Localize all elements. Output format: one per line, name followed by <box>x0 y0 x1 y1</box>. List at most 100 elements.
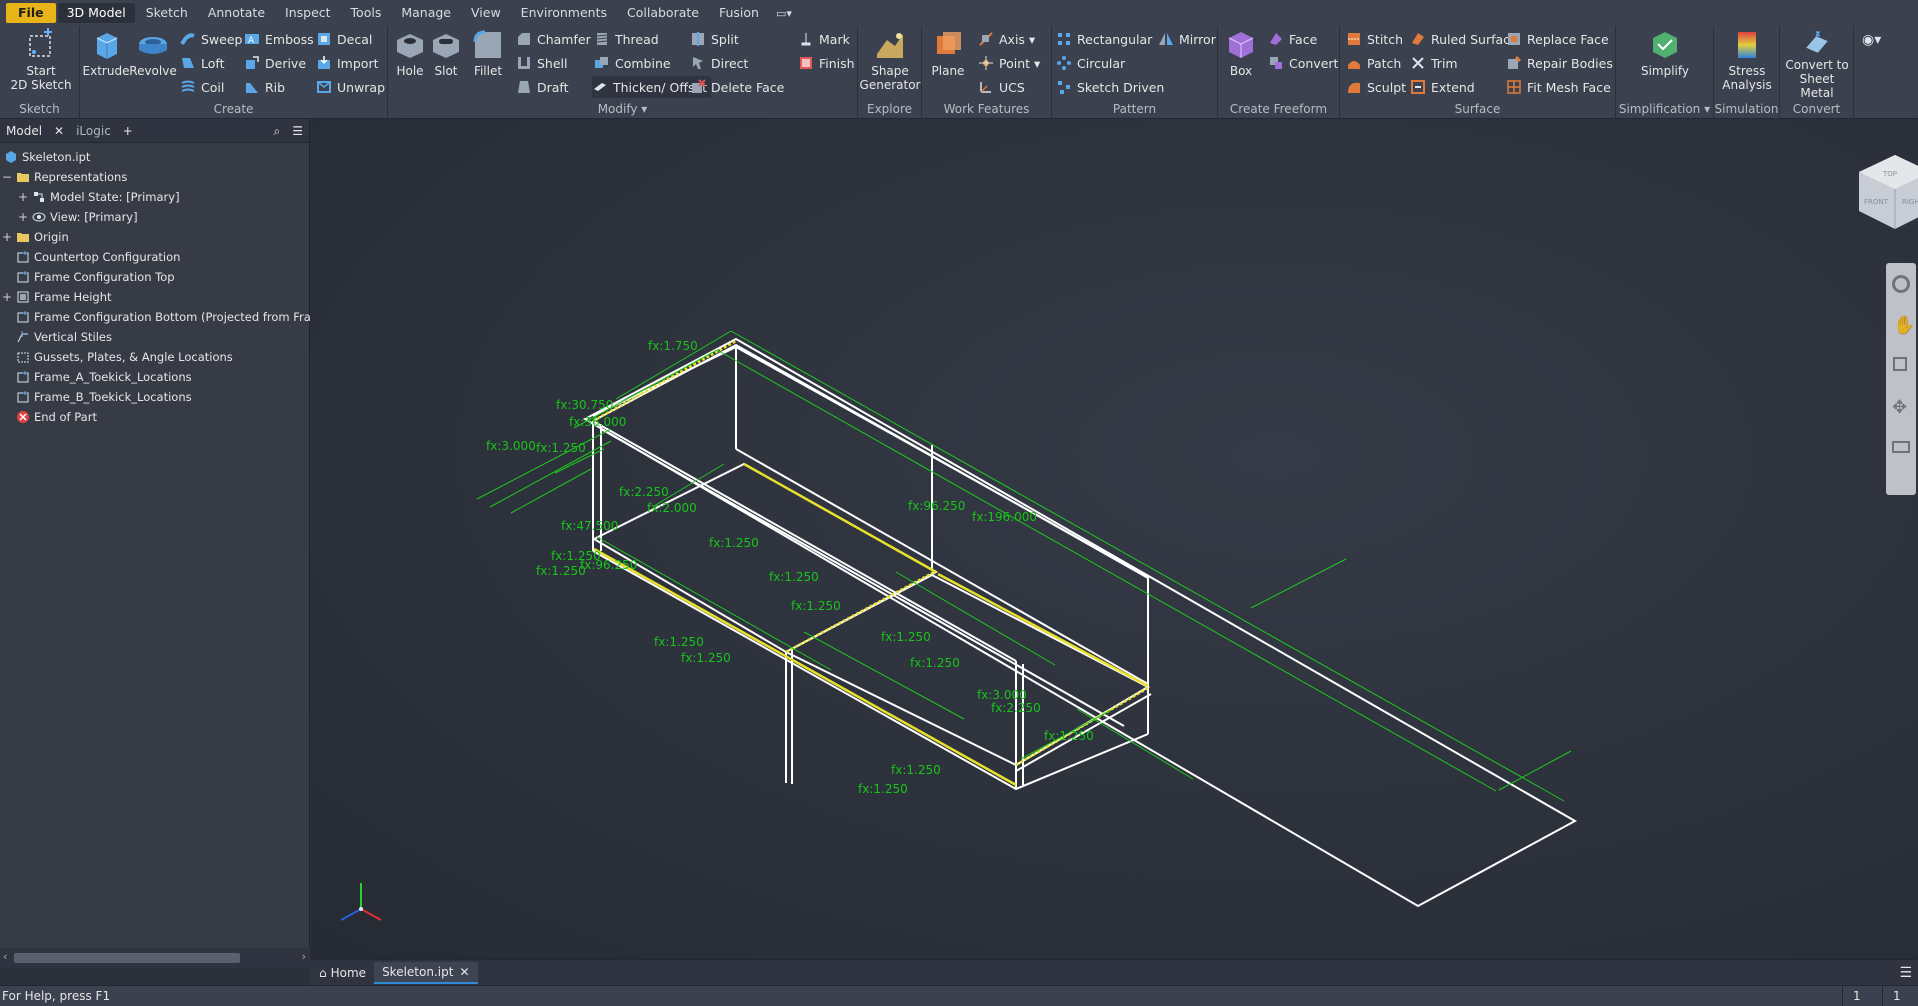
trim-button[interactable]: Trim <box>1410 52 1458 74</box>
fillet-button[interactable]: Fillet <box>468 28 508 100</box>
freeform-box-button[interactable]: Box <box>1222 28 1260 100</box>
tab-annotate[interactable]: Annotate <box>199 3 274 23</box>
plane-button[interactable]: Plane <box>926 28 970 100</box>
patch-button[interactable]: Patch <box>1346 52 1401 74</box>
pan-icon[interactable]: ✋ <box>1893 315 1915 336</box>
stitch-button[interactable]: Stitch <box>1346 28 1403 50</box>
finish-button[interactable]: Finish <box>798 52 855 74</box>
tree-item-frame-configuration-top[interactable]: Frame Configuration Top <box>0 267 310 287</box>
sketch-driven-pattern-button[interactable]: Sketch Driven <box>1056 76 1164 98</box>
ribbon-display-options-icon[interactable]: ▭▾ <box>776 7 792 20</box>
chamfer-button[interactable]: Chamfer <box>516 28 591 50</box>
tree-item-view[interactable]: + View: [Primary] <box>0 207 310 227</box>
tree-item-model-state[interactable]: + Model State: [Primary] <box>0 187 310 207</box>
import-button[interactable]: Import <box>316 52 379 74</box>
dim-label[interactable]: fx:1.250 <box>910 656 960 670</box>
scroll-thumb[interactable] <box>14 953 240 963</box>
tab-inspect[interactable]: Inspect <box>276 3 340 23</box>
delete-face-button[interactable]: Delete Face <box>690 76 784 98</box>
mark-button[interactable]: Mark <box>798 28 850 50</box>
tree-item-vertical-stiles[interactable]: Vertical Stiles <box>0 327 310 347</box>
freeform-face-button[interactable]: Face <box>1268 28 1317 50</box>
tree-item-frame-configuration-bottom[interactable]: Frame Configuration Bottom (Projected fr… <box>0 307 310 327</box>
panel-label-modify[interactable]: Modify ▾ <box>388 101 857 117</box>
dim-label[interactable]: fx:1.250 <box>881 630 931 644</box>
tab-ilogic[interactable]: iLogic <box>70 119 117 143</box>
dim-label[interactable]: fx:1.250 <box>791 599 841 613</box>
loft-button[interactable]: Loft <box>180 52 224 74</box>
start-2d-sketch-button[interactable]: Start 2D Sketch <box>8 28 74 100</box>
tab-view[interactable]: View <box>462 3 510 23</box>
dim-label[interactable]: fx:2.000 <box>647 501 697 515</box>
home-tab[interactable]: ⌂ Home <box>311 962 374 984</box>
tab-model[interactable]: Model <box>0 119 48 143</box>
dim-label[interactable]: fx:1.250 <box>536 564 586 578</box>
tree-item-gussets[interactable]: Gussets, Plates, & Angle Locations <box>0 347 310 367</box>
freeform-convert-button[interactable]: Convert <box>1268 52 1338 74</box>
orbit-icon[interactable]: ✥ <box>1892 397 1907 418</box>
expand-icon[interactable]: + <box>2 291 12 303</box>
add-tab-icon[interactable]: + <box>117 119 139 143</box>
slot-button[interactable]: Slot <box>428 28 464 100</box>
expand-icon[interactable]: + <box>18 191 28 203</box>
repair-bodies-button[interactable]: Repair Bodies <box>1506 52 1613 74</box>
dim-label[interactable]: fx:1.250 <box>891 763 941 777</box>
ribbon-options-icon[interactable]: ◉▾ <box>1862 32 1881 48</box>
tab-collaborate[interactable]: Collaborate <box>618 3 708 23</box>
dim-label[interactable]: fx:1.250 <box>858 782 908 796</box>
sculpt-button[interactable]: Sculpt <box>1346 76 1406 98</box>
combine-button[interactable]: Combine <box>594 52 671 74</box>
extend-button[interactable]: Extend <box>1410 76 1475 98</box>
skeleton-document-tab[interactable]: Skeleton.ipt ✕ <box>374 961 478 984</box>
thread-button[interactable]: Thread <box>594 28 659 50</box>
tree-item-representations[interactable]: − Representations <box>0 167 310 187</box>
dim-label[interactable]: fx:36.000 <box>569 415 626 429</box>
draft-button[interactable]: Draft <box>516 76 569 98</box>
tree-item-origin[interactable]: + Origin <box>0 227 310 247</box>
scroll-left-icon[interactable]: ‹ <box>3 950 7 963</box>
dim-label[interactable]: fx:2.250 <box>619 485 669 499</box>
dim-label[interactable]: fx:2.250 <box>991 701 1041 715</box>
emboss-button[interactable]: A Emboss <box>244 28 314 50</box>
unwrap-button[interactable]: Unwrap <box>316 76 385 98</box>
tab-file[interactable]: File <box>6 3 56 23</box>
document-menu-icon[interactable]: ☰ <box>1899 965 1912 981</box>
circular-pattern-button[interactable]: Circular <box>1056 52 1125 74</box>
tree-item-countertop-configuration[interactable]: Countertop Configuration <box>0 247 310 267</box>
dim-label[interactable]: fx:1.250 <box>1044 729 1094 743</box>
extrude-button[interactable]: Extrude <box>83 28 129 100</box>
viewcube[interactable]: TOP FRONT RIGHT <box>1859 155 1918 229</box>
dim-label[interactable]: fx:1.250 <box>681 651 731 665</box>
tree-item-frame-height[interactable]: + Frame Height <box>0 287 310 307</box>
expand-icon[interactable]: + <box>18 211 28 223</box>
dim-label[interactable]: fx:1.250 <box>654 635 704 649</box>
model-canvas[interactable]: fx:1.750 fx:30.750 fx:36.000 fx:3.000 fx… <box>311 119 1918 959</box>
collapse-icon[interactable]: − <box>2 171 12 183</box>
panel-label-simplification[interactable]: Simplification ▾ <box>1616 101 1713 117</box>
close-tab-icon[interactable]: ✕ <box>48 119 70 143</box>
dim-label[interactable]: fx:3.000 <box>486 439 536 453</box>
rib-button[interactable]: Rib <box>244 76 285 98</box>
fit-mesh-face-button[interactable]: Fit Mesh Face <box>1506 76 1611 98</box>
tab-sketch[interactable]: Sketch <box>137 3 197 23</box>
tab-tools[interactable]: Tools <box>342 3 391 23</box>
dim-label[interactable]: fx:3.000 <box>977 688 1027 702</box>
tree-item-skeleton[interactable]: Skeleton.ipt <box>0 147 310 167</box>
derive-button[interactable]: Derive <box>244 52 306 74</box>
dim-label[interactable]: fx:96.250 <box>908 499 965 513</box>
ucs-button[interactable]: UCS <box>978 76 1025 98</box>
expand-icon[interactable]: + <box>2 231 12 243</box>
tab-3d-model[interactable]: 3D Model <box>57 3 135 23</box>
menu-icon[interactable]: ☰ <box>286 119 309 143</box>
scroll-right-icon[interactable]: › <box>302 950 306 963</box>
shape-generator-button[interactable]: Shape Generator <box>860 28 920 100</box>
mirror-button[interactable]: Mirror <box>1158 28 1216 50</box>
zoom-icon[interactable] <box>1893 357 1907 371</box>
dim-label[interactable]: fx:1.750 <box>648 339 698 353</box>
graphics-viewport[interactable]: fx:1.750 fx:30.750 fx:36.000 fx:3.000 fx… <box>311 119 1918 959</box>
direct-button[interactable]: Direct <box>690 52 748 74</box>
ruled-surface-button[interactable]: Ruled Surface <box>1410 28 1518 50</box>
decal-button[interactable]: Decal <box>316 28 372 50</box>
tree-item-end-of-part[interactable]: End of Part <box>0 407 310 427</box>
coil-button[interactable]: Coil <box>180 76 224 98</box>
